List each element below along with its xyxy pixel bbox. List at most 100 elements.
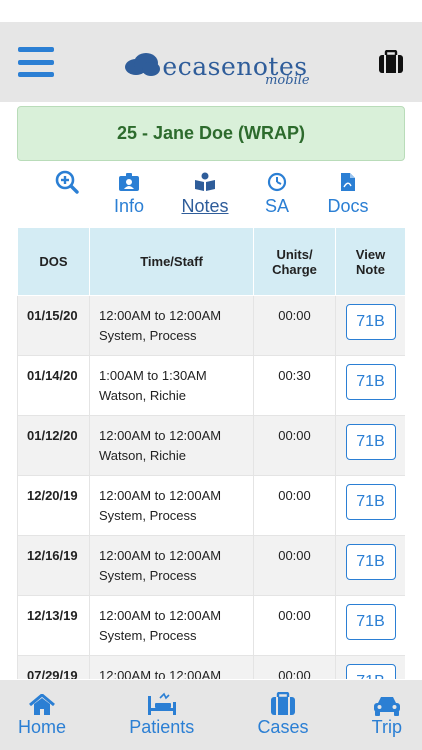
row-staff: System, Process <box>99 328 197 343</box>
row-units: 00:00 <box>253 655 336 679</box>
clock-icon <box>262 170 292 194</box>
app-logo: ecasenotes mobile <box>124 42 310 88</box>
table-row[interactable]: 12/16/19 12:00AM to 12:00AM System, Proce… <box>17 535 405 596</box>
column-header-dos: DOS <box>17 227 90 296</box>
column-header-units-charge: Units/ Charge <box>253 227 336 296</box>
row-staff: Watson, Richie <box>99 448 186 463</box>
row-time: 12:00AM to 12:00AM <box>99 608 222 623</box>
row-dos: 01/14/20 <box>17 355 90 416</box>
client-banner: 25 - Jane Doe (WRAP) <box>17 106 405 161</box>
table-header-row: DOS Time/Staff Units/ Charge View Note <box>17 227 405 296</box>
tab-sa[interactable]: SA <box>262 170 292 217</box>
table-row[interactable]: 12/13/19 12:00AM to 12:00AM System, Proce… <box>17 595 405 656</box>
row-view-cell: 71B <box>335 475 405 536</box>
row-time: 12:00AM to 12:00AM <box>99 668 222 679</box>
row-staff: Watson, Richie <box>99 388 186 403</box>
units-header-line1: Units/ <box>276 246 313 262</box>
tab-docs-label: Docs <box>327 196 369 216</box>
tab-bar: Info Notes SA Docs <box>17 170 405 222</box>
briefcase-icon[interactable] <box>378 49 404 74</box>
notes-table: DOS Time/Staff Units/ Charge View Note 0… <box>17 227 405 679</box>
tab-docs[interactable]: Docs <box>323 170 373 217</box>
view-note-button[interactable]: 71B <box>345 604 396 640</box>
row-time-staff: 12:00AM to 12:00AM Watson, Richie <box>89 415 254 476</box>
row-view-cell: 71B <box>335 415 405 476</box>
nav-patients[interactable]: Patients <box>129 692 194 738</box>
row-units: 00:00 <box>253 595 336 656</box>
view-note-button[interactable]: 71B <box>345 364 396 400</box>
nav-cases-label: Cases <box>257 717 309 737</box>
view-note-button[interactable]: 71B <box>345 424 396 460</box>
row-units: 00:30 <box>253 355 336 416</box>
row-units: 00:00 <box>253 535 336 596</box>
row-dos: 12/13/19 <box>17 595 90 656</box>
row-units: 00:00 <box>253 475 336 536</box>
row-staff: System, Process <box>99 508 197 523</box>
row-view-cell: 71B <box>335 655 405 679</box>
table-row[interactable]: 01/14/20 1:00AM to 1:30AM Watson, Richie … <box>17 355 405 416</box>
row-staff: System, Process <box>99 628 197 643</box>
row-time-staff: 12:00AM to 12:00AM System, Process <box>89 535 254 596</box>
view-note-button[interactable]: 71B <box>345 304 396 340</box>
nav-patients-label: Patients <box>129 717 195 737</box>
row-dos: 01/15/20 <box>17 295 90 356</box>
nav-cases[interactable]: Cases <box>257 692 308 738</box>
home-icon <box>18 692 66 716</box>
row-time-staff: 12:00AM to 12:00AM System, Process <box>89 595 254 656</box>
row-dos: 07/29/19 <box>17 655 90 679</box>
row-units: 00:00 <box>253 415 336 476</box>
nav-trip-label: Trip <box>371 717 402 737</box>
table-row[interactable]: 01/15/20 12:00AM to 12:00AM System, Proce… <box>17 295 405 356</box>
cloud-logo-icon <box>124 52 161 76</box>
column-header-view-note: View Note <box>335 227 405 296</box>
table-row[interactable]: 07/29/19 12:00AM to 12:00AM 00:00 71B <box>17 655 405 679</box>
column-header-time-staff: Time/Staff <box>89 227 254 296</box>
status-bar <box>0 0 422 22</box>
row-view-cell: 71B <box>335 535 405 596</box>
row-time-staff: 1:00AM to 1:30AM Watson, Richie <box>89 355 254 416</box>
briefcase-icon <box>257 692 308 716</box>
row-staff: System, Process <box>99 568 197 583</box>
bottom-nav: Home Patients Cases Trip <box>0 680 422 750</box>
row-dos: 01/12/20 <box>17 415 90 476</box>
car-icon <box>372 692 402 716</box>
pdf-file-icon <box>323 170 373 194</box>
row-time: 12:00AM to 12:00AM <box>99 428 222 443</box>
units-header-line2: Charge <box>272 261 317 277</box>
id-badge-icon <box>109 170 149 194</box>
top-bar: ecasenotes mobile <box>0 22 422 102</box>
hamburger-icon[interactable] <box>18 47 54 77</box>
tab-sa-label: SA <box>264 196 289 216</box>
view-note-button[interactable]: 71B <box>345 544 396 580</box>
nav-home[interactable]: Home <box>18 692 66 738</box>
row-time: 12:00AM to 12:00AM <box>99 308 222 323</box>
tab-info-label: Info <box>113 196 145 216</box>
row-time-staff: 12:00AM to 12:00AM System, Process <box>89 475 254 536</box>
notes-table-container[interactable]: DOS Time/Staff Units/ Charge View Note 0… <box>17 227 405 679</box>
nav-trip[interactable]: Trip <box>372 692 402 738</box>
table-row[interactable]: 01/12/20 12:00AM to 12:00AM Watson, Richi… <box>17 415 405 476</box>
table-row[interactable]: 12/20/19 12:00AM to 12:00AM System, Proce… <box>17 475 405 536</box>
patient-bed-icon <box>129 692 194 716</box>
nav-home-label: Home <box>18 717 67 737</box>
tab-info[interactable]: Info <box>109 170 149 217</box>
book-reader-icon <box>175 170 235 194</box>
view-note-button[interactable]: 71B <box>345 484 396 520</box>
row-time: 12:00AM to 12:00AM <box>99 488 222 503</box>
logo-subtext: mobile <box>265 73 310 88</box>
row-view-cell: 71B <box>335 595 405 656</box>
view-header-line2: Note <box>356 261 385 277</box>
tab-zoom[interactable] <box>47 170 87 194</box>
row-units: 00:00 <box>253 295 336 356</box>
row-view-cell: 71B <box>335 355 405 416</box>
zoom-in-icon <box>47 170 87 194</box>
tab-notes-label: Notes <box>181 196 229 216</box>
view-note-button[interactable]: 71B <box>345 664 396 679</box>
row-dos: 12/16/19 <box>17 535 90 596</box>
row-view-cell: 71B <box>335 295 405 356</box>
row-time: 12:00AM to 12:00AM <box>99 548 222 563</box>
tab-notes[interactable]: Notes <box>175 170 235 217</box>
view-header-line1: View <box>355 246 386 262</box>
row-time-staff: 12:00AM to 12:00AM System, Process <box>89 295 254 356</box>
row-time: 1:00AM to 1:30AM <box>99 368 207 383</box>
